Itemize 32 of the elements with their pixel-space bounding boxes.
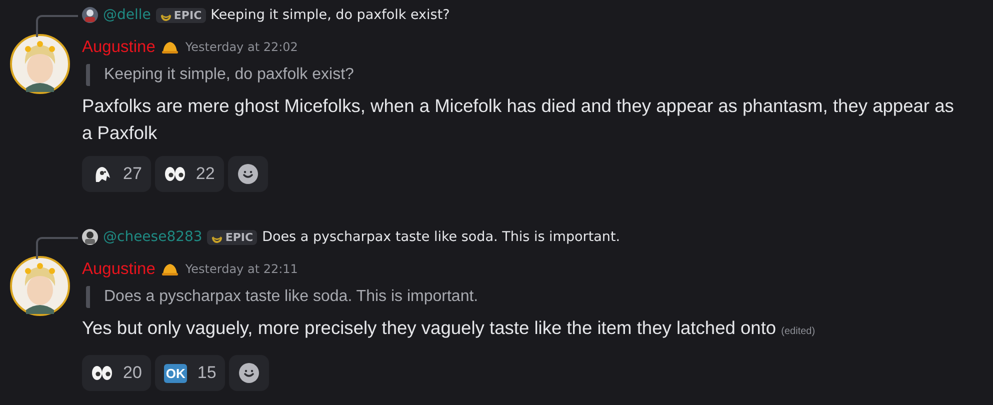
reply-preview[interactable]: Keeping it simple, do paxfolk exist? (210, 7, 450, 23)
message-text: Paxfolks are mere ghost Micefolks, when a Micefolk has died and they appear as phantasm, they appear as a Paxfolk (82, 94, 955, 145)
ok-emoji: OK (164, 364, 188, 382)
author-name[interactable]: Augustine (82, 260, 156, 278)
tag-label: EPIC (174, 8, 202, 22)
tag-label: EPIC (225, 230, 254, 244)
reply-username[interactable]: @cheese8283 (103, 229, 202, 245)
add-reaction-button[interactable] (229, 355, 270, 391)
author-name[interactable]: Augustine (82, 38, 156, 56)
eyes-icon (164, 164, 186, 184)
avatar-icon[interactable] (10, 256, 70, 316)
user-avatar-icon (82, 229, 98, 245)
message-text: Yes but only vaguely, more precisely they vaguely taste like the item they latched onto (edited) (82, 316, 816, 340)
timestamp: Yesterday at 22:02 (185, 40, 298, 54)
bell-icon (161, 40, 180, 54)
add-reaction-button[interactable] (228, 156, 268, 192)
timestamp: Yesterday at 22:11 (185, 262, 298, 276)
edited-label: (edited) (781, 326, 816, 337)
bell-icon (161, 262, 180, 276)
reply-username[interactable]: @delle (103, 7, 151, 23)
reaction-button[interactable]: 20 (82, 355, 151, 391)
reaction-button[interactable]: 27 (82, 156, 151, 192)
smiley-icon (238, 164, 258, 184)
smiley-icon (239, 363, 260, 383)
reply-preview[interactable]: Does a pyscharpax taste like soda. This is important. (262, 229, 620, 245)
quote-text: Does a pyscharpax taste like soda. This is important. (104, 288, 478, 305)
eyes-icon (91, 363, 113, 383)
quote-text: Keeping it simple, do paxfolk exist? (104, 66, 354, 83)
reaction-button[interactable]: 22 (154, 156, 224, 192)
avatar-icon[interactable] (10, 34, 70, 94)
user-avatar-icon (82, 7, 98, 23)
reaction-button[interactable]: OK 15 (154, 355, 226, 391)
